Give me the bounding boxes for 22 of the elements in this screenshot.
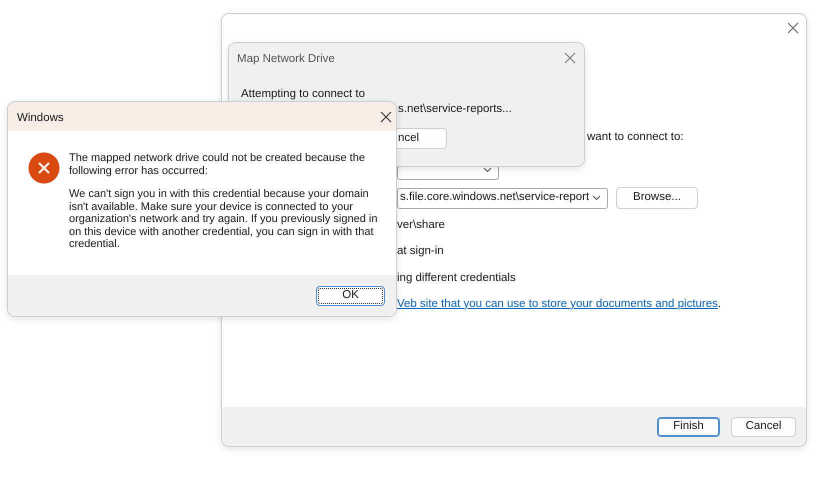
status-text: Attempting to connect to — [241, 87, 366, 102]
folder-dropdown[interactable]: s.file.core.windows.net\service-report — [397, 188, 608, 208]
web-link[interactable]: Veb site that you can use to store your documents and pictures — [397, 298, 718, 310]
ok-button[interactable]: OK — [316, 286, 385, 306]
option-label: ing different credentials — [397, 270, 516, 286]
dialog-title: Windows — [17, 111, 64, 126]
close-icon[interactable] — [787, 22, 799, 34]
path-text: s.net\service-reports... — [398, 102, 512, 117]
dialog-title: Map Network Drive — [237, 52, 335, 67]
period-text: . — [718, 298, 722, 310]
option-label: at sign-in — [397, 244, 444, 260]
error-message: The mapped network drive could not be created because the following error has occurred: — [69, 152, 366, 177]
error-icon — [28, 152, 60, 184]
instruction-text: want to connect to: — [587, 130, 685, 143]
chevron-icon — [483, 166, 492, 172]
chevron-icon — [592, 195, 601, 201]
error-detail: We can't sign you in with this credential because your domain isn't available. Make sure your device is connected to your organization's network and try again. If you previously signed in on this device with another credential, you can sign in with that credential. — [69, 188, 378, 250]
close-icon[interactable] — [380, 111, 392, 123]
finish-button[interactable]: Finish — [657, 416, 720, 436]
cancel-button[interactable]: Cancel — [731, 416, 796, 436]
option-label: ver\share — [397, 218, 445, 233]
browse-button[interactable]: Browse... — [616, 187, 698, 209]
